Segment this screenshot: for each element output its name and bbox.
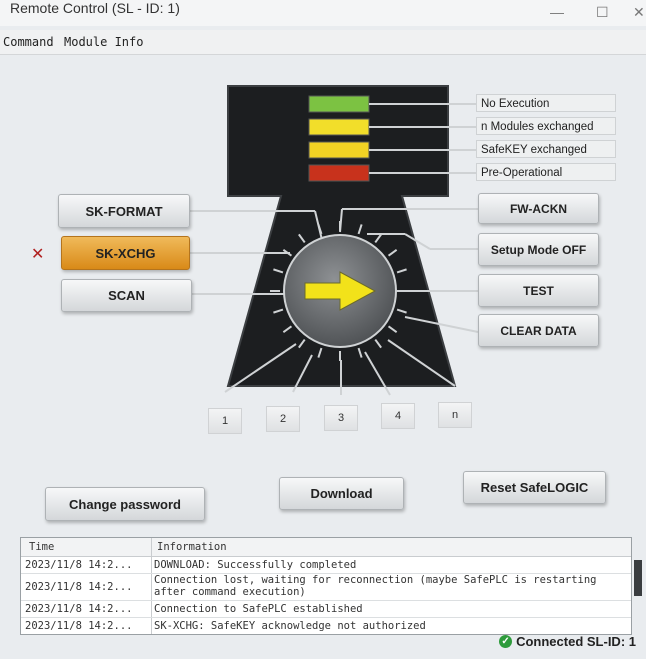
- maximize-icon[interactable]: ☐: [596, 4, 609, 21]
- dial-tick: [282, 325, 293, 333]
- fw-ackn-button[interactable]: FW-ACKN: [478, 193, 599, 224]
- check-circle-icon: ✓: [499, 635, 513, 648]
- log-header: Time Information: [21, 538, 631, 557]
- log-header-time: Time: [29, 541, 55, 553]
- menu-module-info[interactable]: Module Info: [64, 35, 143, 49]
- log-time: 2023/11/8 14:2...: [25, 559, 133, 571]
- led-safekey-exchanged: [308, 141, 370, 159]
- title-bar: Remote Control (SL - ID: 1) — ☐ ✕: [0, 0, 646, 26]
- led-modules-exchanged: [308, 118, 370, 136]
- connection-status: Connected SL-ID: 1: [516, 634, 636, 649]
- dial-tick: [357, 224, 363, 235]
- rotary-knob: [283, 234, 397, 348]
- dial-tick: [357, 347, 363, 358]
- log-table: Time Information 2023/11/8 14:2... DOWNL…: [20, 537, 632, 635]
- close-icon[interactable]: ✕: [633, 4, 645, 21]
- log-info: Connection lost, waiting for reconnectio…: [154, 574, 597, 586]
- legend-safekey-exchanged: SafeKEY exchanged: [476, 140, 616, 158]
- dial-tick: [298, 338, 306, 349]
- legend-no-execution: No Execution: [476, 94, 616, 112]
- reset-safelogic-button[interactable]: Reset SafeLOGIC: [463, 471, 606, 504]
- minimize-icon[interactable]: —: [550, 4, 564, 20]
- test-button[interactable]: TEST: [478, 274, 599, 307]
- log-time: 2023/11/8 14:2...: [25, 603, 133, 615]
- dial-tick: [317, 347, 323, 358]
- sk-xchg-button[interactable]: SK-XCHG: [61, 236, 190, 270]
- dial-tick: [282, 249, 293, 257]
- menu-command[interactable]: Command: [3, 35, 54, 49]
- dial-ticks: [270, 221, 410, 361]
- dial-tick: [387, 249, 398, 257]
- log-time: 2023/11/8 14:2...: [25, 581, 133, 593]
- table-row[interactable]: 2023/11/8 14:2... Connection lost, waiti…: [21, 574, 631, 601]
- dial-tick: [273, 268, 284, 274]
- legend-modules-exchanged: n Modules exchanged: [476, 117, 616, 135]
- module-button-2[interactable]: 2: [266, 406, 300, 432]
- module-button-n[interactable]: n: [438, 402, 472, 428]
- table-row[interactable]: 2023/11/8 14:2... Connection to SafePLC …: [21, 601, 631, 618]
- module-button-4[interactable]: 4: [381, 403, 415, 429]
- clear-data-button[interactable]: CLEAR DATA: [478, 314, 599, 347]
- dial-tick: [387, 325, 398, 333]
- legend-pre-operational: Pre-Operational: [476, 163, 616, 181]
- log-info-continued: after command execution): [154, 586, 306, 598]
- dial-tick: [298, 233, 306, 244]
- log-info: SK-XCHG: SafeKEY acknowledge not authori…: [154, 620, 426, 632]
- log-header-information: Information: [157, 541, 227, 553]
- dial-tick: [396, 308, 407, 314]
- led-no-execution: [308, 95, 370, 113]
- change-password-button[interactable]: Change password: [45, 487, 205, 521]
- log-info: DOWNLOAD: Successfully completed: [154, 559, 357, 571]
- sk-format-button[interactable]: SK-FORMAT: [58, 194, 190, 228]
- module-button-1[interactable]: 1: [208, 408, 242, 434]
- window-title: Remote Control (SL - ID: 1): [10, 0, 180, 16]
- log-info: Connection to SafePLC established: [154, 603, 363, 615]
- dial-tick: [317, 224, 323, 235]
- status-bar: ✓ Connected SL-ID: 1: [499, 634, 636, 649]
- arrow-right-icon: [304, 271, 377, 311]
- table-row[interactable]: 2023/11/8 14:2... DOWNLOAD: Successfully…: [21, 557, 631, 574]
- led-pre-operational: [308, 164, 370, 182]
- log-time: 2023/11/8 14:2...: [25, 620, 133, 632]
- menu-bar: Command Module Info: [0, 30, 646, 55]
- marker-icon: ✕: [31, 246, 45, 263]
- dial-tick: [374, 233, 382, 244]
- dial-tick: [396, 268, 407, 274]
- device-body: [226, 85, 457, 387]
- table-row[interactable]: 2023/11/8 14:2... SK-XCHG: SafeKEY ackno…: [21, 618, 631, 634]
- setup-mode-off-button[interactable]: Setup Mode OFF: [478, 233, 599, 266]
- download-button[interactable]: Download: [279, 477, 404, 510]
- dial-tick: [374, 338, 382, 349]
- module-button-3[interactable]: 3: [324, 405, 358, 431]
- scrollbar[interactable]: [634, 560, 642, 596]
- dial-tick: [273, 308, 284, 314]
- scan-button[interactable]: SCAN: [61, 279, 192, 312]
